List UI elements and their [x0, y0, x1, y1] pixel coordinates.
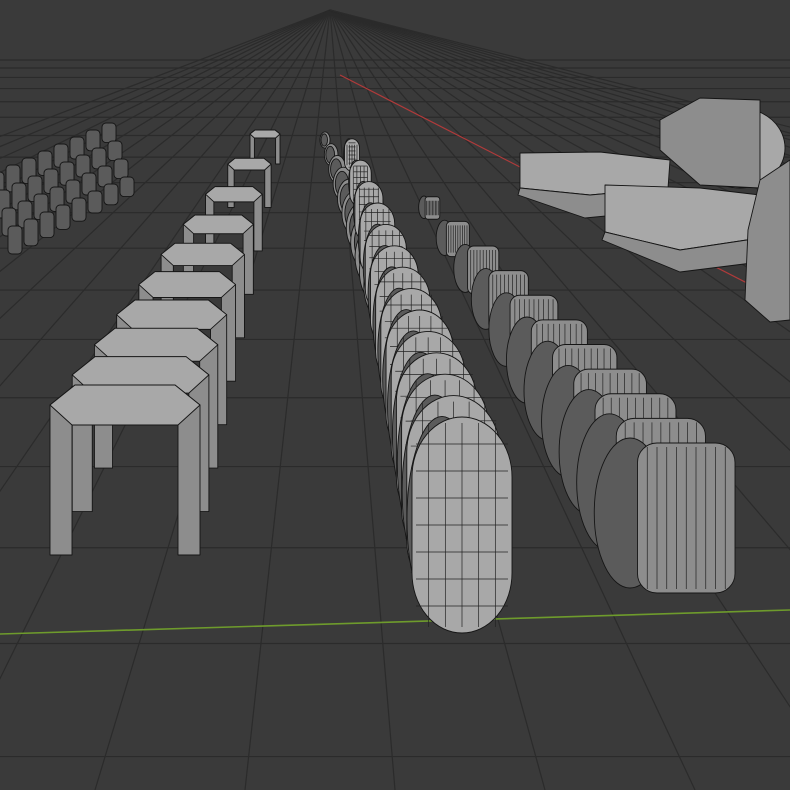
hub[interactable]: [418, 195, 441, 220]
arch-top-bevel: [182, 214, 254, 235]
tire[interactable]: [406, 415, 513, 634]
small-part[interactable]: [71, 197, 87, 222]
left-parts-cluster[interactable]: [0, 122, 135, 255]
small-part[interactable]: [113, 158, 129, 180]
small-part[interactable]: [39, 211, 55, 239]
small-part[interactable]: [87, 190, 103, 214]
small-part[interactable]: [55, 204, 71, 230]
y-axis-line: [0, 609, 790, 635]
small-part[interactable]: [7, 225, 23, 255]
arch-top-bevel: [49, 384, 201, 426]
machine-parts[interactable]: [517, 97, 790, 323]
engine-housing-body[interactable]: [659, 97, 761, 189]
small-part[interactable]: [23, 218, 39, 247]
small-part[interactable]: [119, 176, 135, 198]
arch-top-bevel: [138, 271, 237, 298]
grid-line: [244, 9, 331, 790]
small-part[interactable]: [103, 183, 119, 206]
arch-top-bevel: [205, 186, 263, 203]
3d-viewport[interactable]: [0, 0, 790, 790]
viewport-canvas[interactable]: [0, 0, 790, 790]
arch-top-bevel: [249, 129, 281, 139]
arch-top-bevel: [116, 299, 228, 330]
arch-top-bevel: [227, 157, 272, 171]
small-part[interactable]: [107, 140, 123, 162]
hub[interactable]: [593, 437, 736, 594]
ring-hole: [320, 133, 328, 147]
arch-top-bevel: [160, 242, 245, 267]
small-part[interactable]: [101, 122, 117, 144]
